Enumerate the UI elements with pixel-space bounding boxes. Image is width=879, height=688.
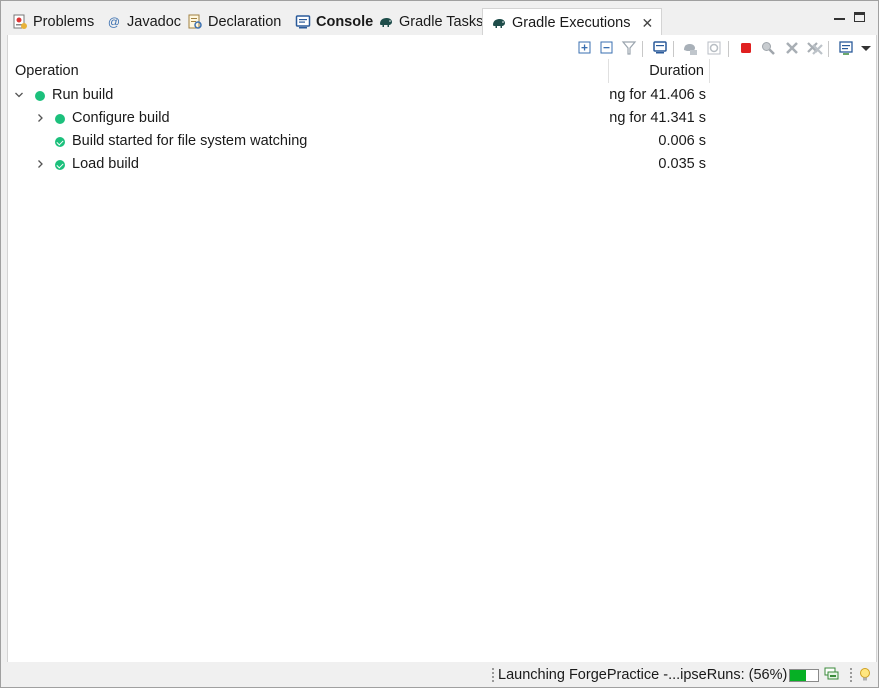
success-check-icon — [55, 160, 65, 170]
rerun-icon[interactable] — [681, 39, 699, 57]
view-toolbar — [8, 39, 876, 61]
view-tab-bar: Problems @ Javadoc Declaration Console G… — [2, 2, 877, 37]
operation-duration: ng for 41.406 s — [609, 87, 706, 103]
operation-name: Run build — [52, 87, 114, 103]
table-header: Operation Duration — [8, 59, 710, 83]
status-bar: Launching ForgePractice -...ipseRuns: (5… — [2, 662, 877, 686]
rerun-failed-icon[interactable] — [705, 39, 723, 57]
tab-label: Declaration — [208, 14, 282, 30]
tab-label: Gradle Tasks — [399, 14, 484, 30]
chevron-down-icon[interactable] — [14, 89, 24, 101]
tab-problems[interactable]: Problems — [4, 8, 102, 36]
status-dot-icon — [55, 114, 65, 124]
table-row[interactable]: Build started for file system watching 0… — [8, 131, 710, 154]
stop-icon[interactable] — [737, 39, 755, 57]
search-icon[interactable] — [759, 39, 777, 57]
status-dot-icon — [35, 91, 45, 101]
gradle-elephant-icon — [491, 15, 507, 31]
view-menu-icon[interactable] — [857, 39, 875, 57]
gradle-elephant-icon — [378, 14, 394, 30]
operation-duration: 0.006 s — [658, 133, 706, 149]
maximize-button[interactable] — [854, 12, 865, 22]
status-bar-grip — [850, 668, 852, 682]
table-row[interactable]: Configure build ng for 41.341 s — [8, 108, 710, 131]
status-bar-grip — [492, 668, 494, 682]
tab-javadoc[interactable]: @ Javadoc — [98, 8, 189, 36]
problems-icon — [12, 14, 28, 30]
progress-view-icon[interactable] — [824, 667, 840, 681]
tab-declaration[interactable]: Declaration — [179, 8, 289, 36]
progress-bar-fill — [790, 670, 806, 681]
remove-all-icon[interactable] — [806, 39, 824, 57]
lightbulb-icon[interactable] — [858, 667, 874, 681]
filter-icon[interactable] — [620, 39, 638, 57]
declaration-icon — [187, 14, 203, 30]
close-icon[interactable]: ✕ — [641, 15, 653, 32]
operation-duration: ng for 41.341 s — [609, 110, 706, 126]
javadoc-icon: @ — [107, 15, 121, 29]
operation-duration: 0.035 s — [658, 156, 706, 172]
success-check-icon — [55, 137, 65, 147]
tab-label: Console — [316, 14, 374, 30]
tab-gradle-executions[interactable]: Gradle Executions ✕ — [482, 8, 663, 37]
table-row[interactable]: Load build 0.035 s — [8, 154, 710, 177]
tab-label: Problems — [33, 14, 95, 30]
remove-icon[interactable] — [783, 39, 801, 57]
collapse-all-icon[interactable] — [598, 39, 616, 57]
operations-tree: Run build ng for 41.406 s Configure buil… — [8, 85, 710, 177]
gradle-executions-window: Problems @ Javadoc Declaration Console G… — [0, 0, 879, 688]
tab-console[interactable]: Console — [287, 8, 381, 36]
console-icon — [295, 14, 311, 30]
table-row[interactable]: Run build ng for 41.406 s — [8, 85, 710, 108]
operation-name: Configure build — [72, 110, 170, 126]
minimize-button[interactable] — [834, 14, 845, 20]
column-header-duration[interactable]: Duration — [649, 63, 704, 79]
history-icon[interactable] — [837, 39, 855, 57]
progress-status-text[interactable]: Launching ForgePractice -...ipseRuns: (5… — [498, 667, 787, 683]
tab-gradle-tasks[interactable]: Gradle Tasks — [370, 8, 491, 36]
progress-bar[interactable] — [789, 669, 819, 682]
chevron-right-icon[interactable] — [35, 158, 45, 170]
column-header-operation[interactable]: Operation — [15, 63, 79, 79]
operation-name: Load build — [72, 156, 139, 172]
expand-all-icon[interactable] — [576, 39, 594, 57]
tab-label: Gradle Executions — [512, 15, 631, 31]
gradle-executions-view: Operation Duration Run build ng for 41.4… — [7, 35, 877, 663]
chevron-right-icon[interactable] — [35, 112, 45, 124]
operation-name: Build started for file system watching — [72, 133, 308, 149]
tab-label: Javadoc — [127, 14, 182, 30]
console-link-icon[interactable] — [651, 39, 669, 57]
